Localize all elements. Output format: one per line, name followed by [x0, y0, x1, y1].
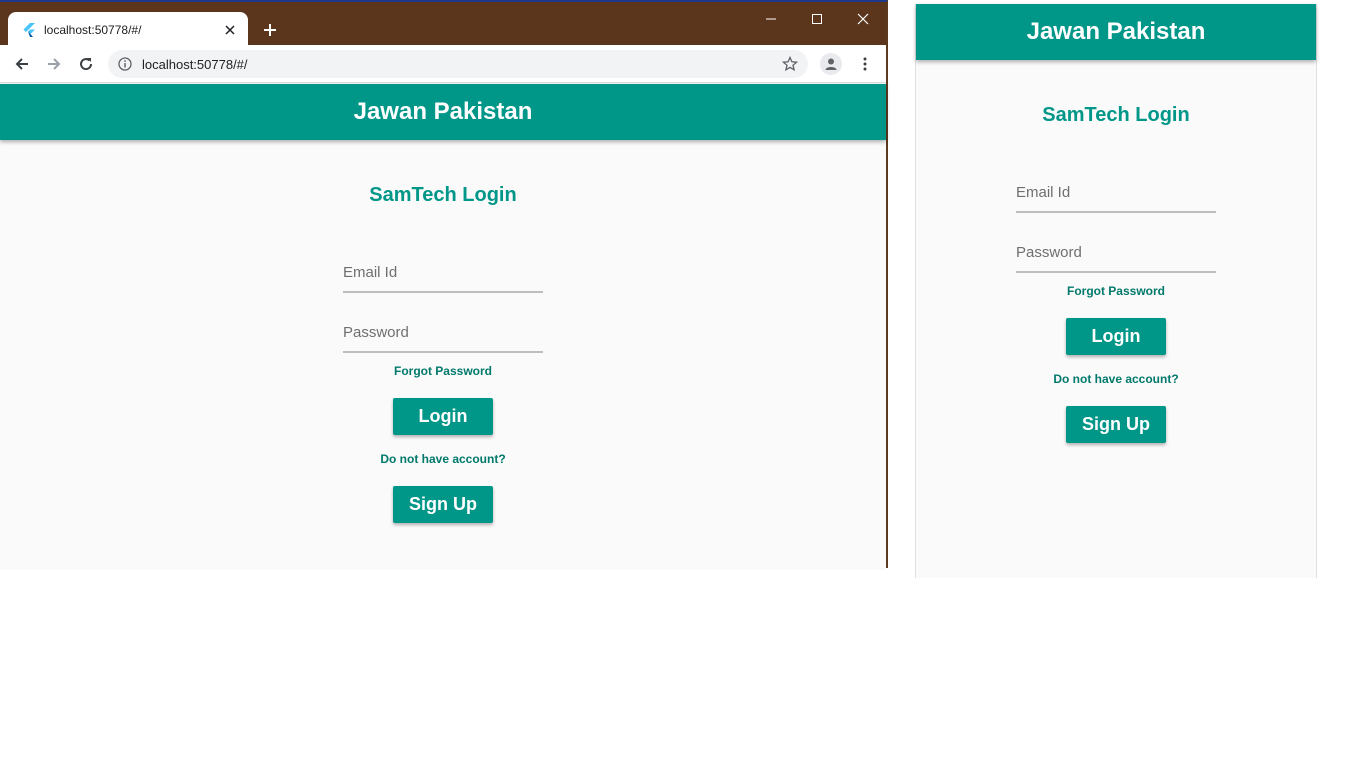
- close-icon[interactable]: [222, 22, 238, 38]
- app-bar: Jawan Pakistan: [0, 84, 886, 140]
- info-icon[interactable]: [118, 57, 132, 71]
- preview-signup-button[interactable]: Sign Up: [1066, 406, 1166, 443]
- preview-app-bar-title: Jawan Pakistan: [1026, 18, 1206, 45]
- email-field[interactable]: [343, 264, 543, 293]
- preview-no-account-link[interactable]: Do not have account?: [916, 372, 1316, 386]
- browser-titlebar: localhost:50778/#/: [0, 2, 886, 47]
- browser-toolbar: localhost:50778/#/: [0, 45, 886, 83]
- maximize-icon[interactable]: [805, 8, 829, 30]
- password-input[interactable]: [343, 324, 543, 351]
- close-window-icon[interactable]: [851, 8, 875, 30]
- no-account-link[interactable]: Do not have account?: [0, 452, 886, 466]
- email-input[interactable]: [343, 264, 543, 291]
- plus-icon[interactable]: [258, 18, 282, 42]
- forgot-password-link[interactable]: Forgot Password: [0, 364, 886, 378]
- password-field[interactable]: [343, 324, 543, 353]
- arrow-right-icon[interactable]: [42, 52, 66, 76]
- tab-title: localhost:50778/#/: [44, 22, 142, 37]
- minimize-icon[interactable]: [759, 8, 783, 30]
- preview-login-title: SamTech Login: [1042, 104, 1190, 126]
- preview-password-field[interactable]: [1016, 244, 1216, 273]
- star-icon[interactable]: [780, 54, 800, 74]
- address-bar-url: localhost:50778/#/: [142, 56, 248, 72]
- mobile-preview: Jawan Pakistan SamTech Login Forgot Pass…: [915, 4, 1317, 578]
- browser-viewport: Jawan Pakistan SamTech Login Forgot Pass…: [0, 84, 886, 570]
- app-bar-title: Jawan Pakistan: [353, 98, 533, 125]
- flutter-icon: [22, 22, 36, 37]
- preview-email-input[interactable]: [1016, 184, 1216, 211]
- more-vert-icon[interactable]: [856, 53, 874, 75]
- browser-window: localhost:50778/#/ localhost:50778/#/ Ja…: [0, 0, 888, 570]
- signup-button[interactable]: Sign Up: [393, 486, 493, 523]
- preview-app-bar: Jawan Pakistan: [916, 4, 1316, 60]
- preview-forgot-password-link[interactable]: Forgot Password: [916, 284, 1316, 298]
- person-icon[interactable]: [820, 53, 842, 75]
- arrow-left-icon[interactable]: [10, 52, 34, 76]
- browser-tab[interactable]: localhost:50778/#/: [8, 12, 248, 47]
- login-title: SamTech Login: [369, 184, 517, 206]
- login-button[interactable]: Login: [393, 398, 493, 435]
- reload-icon[interactable]: [74, 52, 98, 76]
- address-bar[interactable]: localhost:50778/#/: [108, 50, 808, 78]
- preview-email-field[interactable]: [1016, 184, 1216, 213]
- preview-login-button[interactable]: Login: [1066, 318, 1166, 355]
- preview-password-input[interactable]: [1016, 244, 1216, 271]
